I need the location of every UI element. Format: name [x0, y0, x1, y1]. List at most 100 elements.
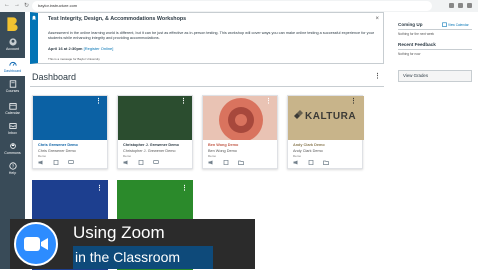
profile-icon[interactable] — [458, 3, 463, 8]
overlay-title: Using Zoom — [73, 223, 165, 242]
extension-icon[interactable] — [449, 3, 454, 8]
nav-label: Calendar — [5, 111, 20, 115]
view-grades-button[interactable]: View Grades — [398, 70, 472, 82]
card-options-icon[interactable]: ⋮ — [180, 98, 187, 105]
course-card-hero[interactable]: KALTURA ⋮ — [288, 96, 364, 140]
calendar-icon — [8, 103, 17, 110]
announcements-icon[interactable] — [38, 160, 44, 165]
announcement-date-text: April 16 at 2:30pm — [48, 46, 83, 51]
global-announcement: Test Integrity, Design, & Accommodations… — [30, 12, 384, 64]
courses-icon — [9, 80, 16, 88]
nav-label: Commons — [4, 151, 21, 155]
right-sidebar: Coming Up View Calendar Nothing for the … — [394, 12, 478, 269]
nav-label: Help — [8, 171, 17, 175]
address-bar[interactable]: baylor.instructure.com — [32, 1, 432, 11]
baylor-logo-icon[interactable] — [4, 14, 21, 31]
discussions-icon[interactable] — [153, 160, 159, 165]
card-options-icon[interactable]: ⋮ — [95, 98, 102, 105]
nav-account[interactable]: Account — [0, 38, 25, 56]
nav-commons[interactable]: Commons — [0, 142, 25, 160]
browser-nav: ← → ↻ — [4, 2, 29, 9]
dashboard-options-button[interactable]: ⋮ — [374, 72, 381, 80]
course-card-hero[interactable]: ⋮ — [203, 96, 277, 140]
nav-label: Dashboard — [3, 69, 22, 73]
folder-icon[interactable] — [238, 160, 244, 165]
nav-inbox[interactable]: Inbox — [0, 122, 25, 140]
announcements-icon[interactable] — [123, 160, 129, 165]
back-icon[interactable]: ← — [4, 2, 10, 9]
nav-label: Account — [6, 47, 19, 51]
course-card-name[interactable]: Chris Grewener Demo — [38, 143, 104, 147]
course-card-term: Demo — [293, 154, 302, 158]
announcement-body: Assessment in the online learning world … — [48, 31, 375, 40]
announcements-icon[interactable] — [293, 160, 299, 165]
card-options-icon[interactable]: ⋮ — [350, 98, 357, 105]
close-icon[interactable]: × — [375, 16, 379, 22]
announcements-icon[interactable] — [208, 160, 214, 165]
help-icon: ? — [8, 162, 17, 170]
card-options-icon[interactable]: ⋮ — [96, 184, 103, 192]
course-card-code: Andy Clark Demo — [293, 149, 323, 153]
folder-icon[interactable] — [323, 160, 329, 165]
nav-dashboard[interactable]: Dashboard — [0, 58, 25, 76]
coming-up-heading: Coming Up — [398, 22, 423, 27]
divider — [398, 29, 472, 30]
course-card[interactable]: ⋮ Chris Grewener Demo Chris Grewener Dem… — [32, 95, 108, 169]
course-card-code: Christopher J. Grewener Demo — [123, 149, 176, 153]
course-card-term: Demo — [38, 154, 47, 158]
calendar-icon[interactable] — [442, 22, 447, 27]
course-card-actions — [208, 160, 244, 165]
browser-actions — [449, 3, 472, 8]
course-card-actions — [123, 160, 159, 165]
course-card[interactable]: ⋮ Christopher J. Grewener Demo Christoph… — [117, 95, 193, 169]
feedback-empty: Nothing for now — [398, 52, 421, 56]
svg-text:?: ? — [11, 164, 14, 169]
browser-toolbar: ← → ↻ baylor.instructure.com — [0, 0, 478, 12]
course-card-code: Ben Wong Demo — [208, 149, 237, 153]
course-card-name[interactable]: Christopher J. Grewener Demo — [123, 143, 189, 147]
assignments-icon[interactable] — [138, 160, 144, 165]
recent-feedback-heading: Recent Feedback — [398, 42, 436, 47]
page-title: Dashboard — [32, 72, 77, 82]
announcement-title: Test Integrity, Design, & Accommodations… — [48, 16, 187, 22]
zoom-logo-icon — [10, 219, 62, 269]
assignments-icon[interactable] — [223, 160, 229, 165]
nav-courses[interactable]: Courses — [0, 80, 25, 98]
nav-help[interactable]: ? Help — [0, 162, 25, 180]
reload-icon[interactable]: ↻ — [24, 2, 29, 9]
course-card[interactable]: KALTURA ⋮ Andy Clark Demo Andy Clark Dem… — [287, 95, 364, 169]
view-calendar-link[interactable]: View Calendar — [448, 23, 469, 27]
discussions-icon[interactable] — [68, 160, 74, 165]
course-card-hero[interactable]: ⋮ — [118, 96, 192, 140]
announcement-date: April 16 at 2:30pm [Register Online] — [48, 46, 113, 51]
nav-label: Courses — [5, 89, 20, 93]
course-card[interactable]: ⋮ Ben Wong Demo Ben Wong Demo Demo — [202, 95, 278, 169]
course-card-hero[interactable]: ⋮ — [33, 96, 107, 140]
account-icon — [8, 38, 17, 46]
course-card-term: Demo — [123, 154, 132, 158]
coming-up-empty: Nothing for the next week — [398, 32, 435, 36]
course-card-term: Demo — [208, 154, 217, 158]
divider — [30, 86, 384, 87]
card-options-icon[interactable]: ⋮ — [265, 98, 272, 105]
assignments-icon[interactable] — [308, 160, 314, 165]
bell-icon — [32, 15, 36, 20]
course-card-name[interactable]: Ben Wong Demo — [208, 143, 274, 147]
register-online-link[interactable]: [Register Online] — [84, 46, 114, 51]
kaltura-wordmark: KALTURA — [305, 111, 357, 122]
card-options-icon[interactable]: ⋮ — [181, 184, 188, 192]
commons-icon — [9, 143, 16, 149]
forward-icon[interactable]: → — [14, 2, 20, 9]
nav-label: Inbox — [8, 131, 17, 135]
course-card-actions — [38, 160, 74, 165]
overlay-subtitle: in the Classroom — [75, 249, 181, 265]
nav-calendar[interactable]: Calendar — [0, 102, 25, 120]
assignments-icon[interactable] — [53, 160, 59, 165]
dashboard-icon — [8, 62, 17, 66]
course-card-name[interactable]: Andy Clark Demo — [293, 143, 359, 147]
menu-icon[interactable] — [467, 3, 472, 8]
course-card-actions — [293, 160, 329, 165]
divider — [398, 49, 472, 50]
announcement-footer: This is a message for Baylor University — [48, 57, 100, 61]
inbox-icon — [8, 123, 17, 129]
